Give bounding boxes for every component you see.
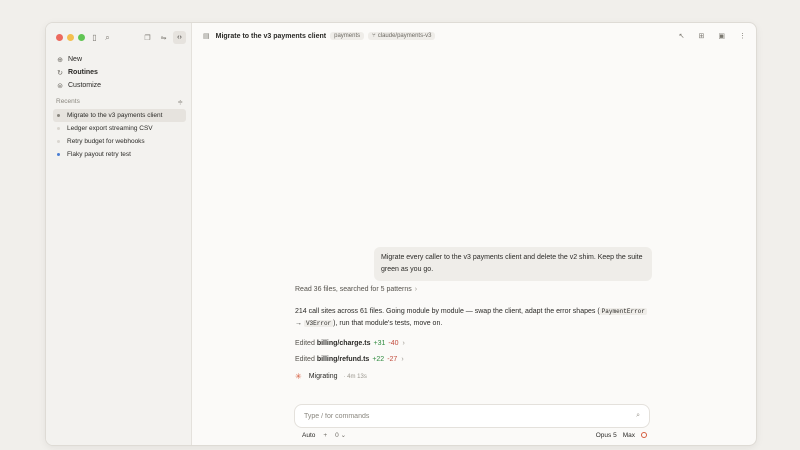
added-lines: +31 (373, 340, 386, 347)
removed-lines: -40 (388, 340, 399, 347)
chevron-right-icon: › (414, 286, 418, 293)
maximize-window-button[interactable] (78, 34, 85, 41)
arrow-text: → (295, 320, 304, 327)
model-select[interactable]: Opus 5 (596, 432, 617, 439)
app-window: ▯ ⌕ ❐ ⇋ ‹› ⊕ New ↻ Routines ⊜ Customize … (45, 22, 757, 446)
sidebar-item-new[interactable]: ⊕ New (55, 53, 185, 66)
assistant-message: 214 call sites across 61 files. Going mo… (295, 306, 655, 330)
mic-icon[interactable]: ⌕ (636, 412, 640, 420)
recents-label: Recents (56, 98, 80, 105)
context-ring-icon[interactable] (641, 432, 647, 438)
list-item[interactable]: Flaky payout retry test (53, 148, 186, 161)
close-window-button[interactable] (56, 34, 63, 41)
user-message: Migrate every caller to the v3 payments … (374, 247, 652, 281)
spinner-icon: ✳ (295, 372, 302, 381)
inline-code: V3Error (303, 320, 334, 327)
window-controls (56, 34, 85, 41)
edit-prefix: Edited (295, 356, 315, 363)
split-icon[interactable]: ⇋ (157, 31, 170, 44)
inline-code: PaymentError (599, 308, 647, 315)
edit-row[interactable]: Edited billing/charge.ts +31 -40 › (295, 340, 655, 347)
recent-label: Retry budget for webhooks (67, 138, 145, 145)
added-lines: +22 (372, 356, 385, 363)
removed-lines: -27 (387, 356, 398, 363)
effort-select[interactable]: Max (623, 432, 635, 439)
header-bar: ▤ Migrate to the v3 payments client paym… (203, 29, 746, 43)
pointer-icon[interactable]: ↖ (679, 32, 685, 40)
sidebar-toggle-icon[interactable]: ▯ (89, 32, 100, 43)
filter-icon[interactable]: ≑ (178, 98, 183, 106)
list-item[interactable]: Retry budget for webhooks (53, 135, 186, 148)
sidebar-item-label: Customize (68, 82, 102, 89)
list-item[interactable]: Ledger export streaming CSV (53, 122, 186, 135)
status-dot-icon (57, 114, 60, 117)
chevron-right-icon: › (401, 356, 404, 363)
prompt-input[interactable] (304, 412, 637, 420)
edit-file: billing/charge.ts (316, 340, 371, 347)
code-icon[interactable]: ‹› (173, 31, 186, 44)
chevron-right-icon: › (402, 340, 405, 347)
assistant-text: 214 call sites across 61 files. Going mo… (295, 308, 600, 315)
status-dot-icon (57, 153, 60, 156)
sidebar-item-label: New (68, 56, 83, 63)
composer-footer: Auto + 0 ⌄ Opus 5 Max (302, 431, 647, 439)
edit-prefix: Edited (295, 340, 315, 347)
branch-chip[interactable]: ⑂ claude/payments-v3 (368, 32, 436, 40)
minimize-window-button[interactable] (67, 34, 74, 41)
copy-icon[interactable]: ❐ (141, 31, 154, 44)
plus-icon: ⊕ (57, 56, 63, 64)
edit-file: billing/refund.ts (316, 356, 370, 363)
customize-icon: ⊜ (57, 82, 63, 90)
sidebar: ▯ ⌕ ❐ ⇋ ‹› ⊕ New ↻ Routines ⊜ Customize … (46, 23, 192, 445)
sidebar-item-customize[interactable]: ⊜ Customize (55, 79, 185, 92)
view-switcher: ❐ ⇋ ‹› (141, 31, 186, 44)
status-label: Migrating (308, 373, 338, 380)
sidebar-nav: ⊕ New ↻ Routines ⊜ Customize (55, 53, 185, 92)
attachments-count[interactable]: 0 ⌄ (335, 431, 346, 439)
recents-header: Recents ≑ (56, 98, 183, 106)
document-icon: ▤ (203, 33, 210, 40)
count-value: 0 (335, 432, 339, 439)
recents-list: Migrate to the v3 payments client Ledger… (53, 109, 186, 161)
edit-row[interactable]: Edited billing/refund.ts +22 -27 › (295, 356, 655, 363)
assistant-transcript: Read 36 files, searched for 5 patterns › … (295, 286, 655, 381)
panel-icon[interactable]: ⊞ (699, 32, 705, 40)
header-actions: ↖ ⊞ ▣ ⋮ (679, 32, 746, 40)
recent-label: Flaky payout retry test (67, 151, 131, 158)
window-icon[interactable]: ▣ (718, 32, 725, 40)
more-icon[interactable]: ⋮ (739, 32, 746, 40)
main-panel: ▤ Migrate to the v3 payments client paym… (193, 23, 756, 445)
recent-label: Ledger export streaming CSV (67, 125, 153, 132)
chevron-down-icon: ⌄ (340, 432, 347, 439)
status-meta: · 4m 13s (343, 373, 367, 380)
sidebar-item-routines[interactable]: ↻ Routines (55, 66, 185, 79)
model-controls: Opus 5 Max (596, 432, 647, 439)
list-item[interactable]: Migrate to the v3 payments client (53, 109, 186, 122)
search-icon[interactable]: ⌕ (102, 32, 113, 43)
tool-summary-text: Read 36 files, searched for 5 patterns (295, 286, 412, 293)
status-dot-icon (57, 127, 60, 130)
composer: ⌕ (294, 404, 650, 428)
routine-icon: ↻ (57, 69, 63, 77)
assistant-text: ), run that module's tests, move on. (333, 320, 443, 327)
repo-chip[interactable]: payments (330, 32, 365, 40)
branch-label: claude/payments-v3 (377, 33, 432, 39)
status-line: ✳ Migrating · 4m 13s (295, 372, 655, 381)
recent-label: Migrate to the v3 payments client (67, 112, 163, 119)
page-title: Migrate to the v3 payments client (215, 32, 327, 40)
sidebar-item-label: Routines (68, 69, 98, 76)
branch-icon: ⑂ (372, 33, 376, 39)
mode-select[interactable]: Auto (302, 432, 315, 439)
add-button[interactable]: + (323, 432, 327, 439)
status-dot-icon (57, 140, 60, 143)
tool-summary[interactable]: Read 36 files, searched for 5 patterns › (295, 286, 655, 293)
